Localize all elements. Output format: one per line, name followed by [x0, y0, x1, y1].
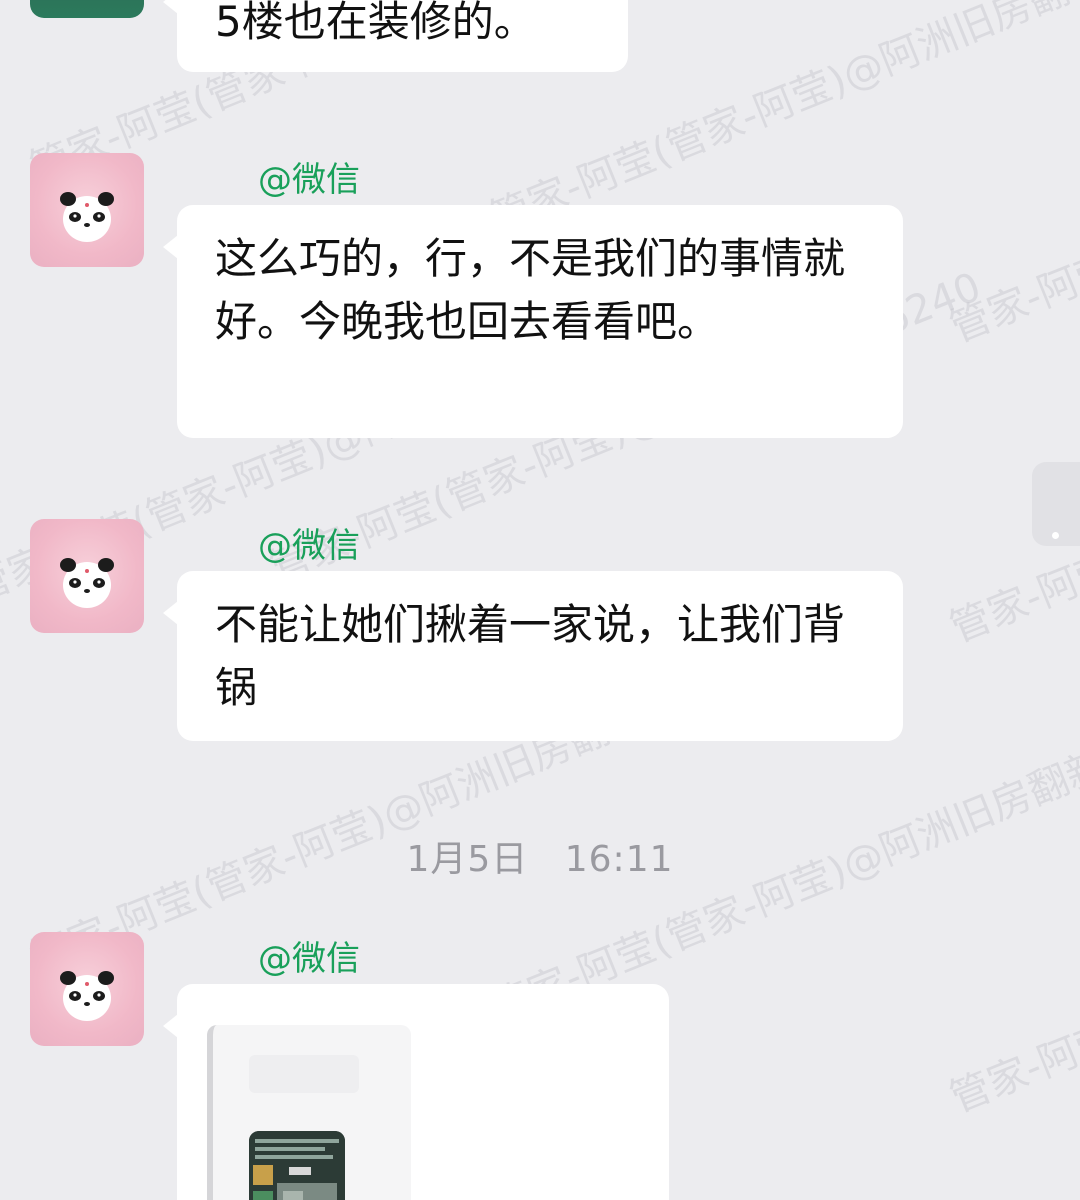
message-text: 这么巧的，行，不是我们的事情就好。今晚我也回去看看吧。: [215, 234, 846, 346]
sender-name: @微信: [258, 526, 360, 566]
timestamp-time: 16:11: [564, 839, 674, 880]
panda-avatar-icon: [60, 558, 114, 608]
message-bubble[interactable]: 5楼也在装修的。: [163, 0, 628, 72]
message-bubble[interactable]: 这么巧的，行，不是我们的事情就好。今晚我也回去看看吧。: [163, 205, 903, 438]
avatar[interactable]: [30, 932, 144, 1046]
card-title-placeholder: [249, 1055, 359, 1093]
panda-avatar-icon: [60, 192, 114, 242]
panda-avatar-icon: [60, 971, 114, 1021]
message-bubble[interactable]: 不能让她们揪着一家说，让我们背锅: [163, 571, 903, 741]
sender-name: @微信: [258, 939, 360, 979]
timestamp-date: 1月5日: [406, 839, 529, 880]
chat-screen: 管家-阿莹(管家-阿莹)@阿洲旧房翻新6240 管家-阿莹(管家-阿莹)@阿洲旧…: [0, 0, 1080, 1200]
avatar[interactable]: [30, 0, 144, 18]
avatar[interactable]: [30, 519, 144, 633]
avatar[interactable]: [30, 153, 144, 267]
message-text: 5楼也在装修的。: [215, 0, 536, 46]
message-text: 不能让她们揪着一家说，让我们背锅: [215, 600, 846, 712]
watermark-text: 管家-阿莹(管家-阿莹)@阿洲旧房翻新6240: [943, 23, 1080, 352]
sender-name: @微信: [258, 160, 360, 200]
forwarded-chat-card[interactable]: [207, 1025, 411, 1200]
timestamp: 1月5日 16:11: [0, 830, 1080, 882]
image-thumbnail-icon[interactable]: [249, 1131, 345, 1200]
side-panel-handle[interactable]: [1032, 462, 1080, 546]
handle-dot: [1052, 532, 1059, 539]
